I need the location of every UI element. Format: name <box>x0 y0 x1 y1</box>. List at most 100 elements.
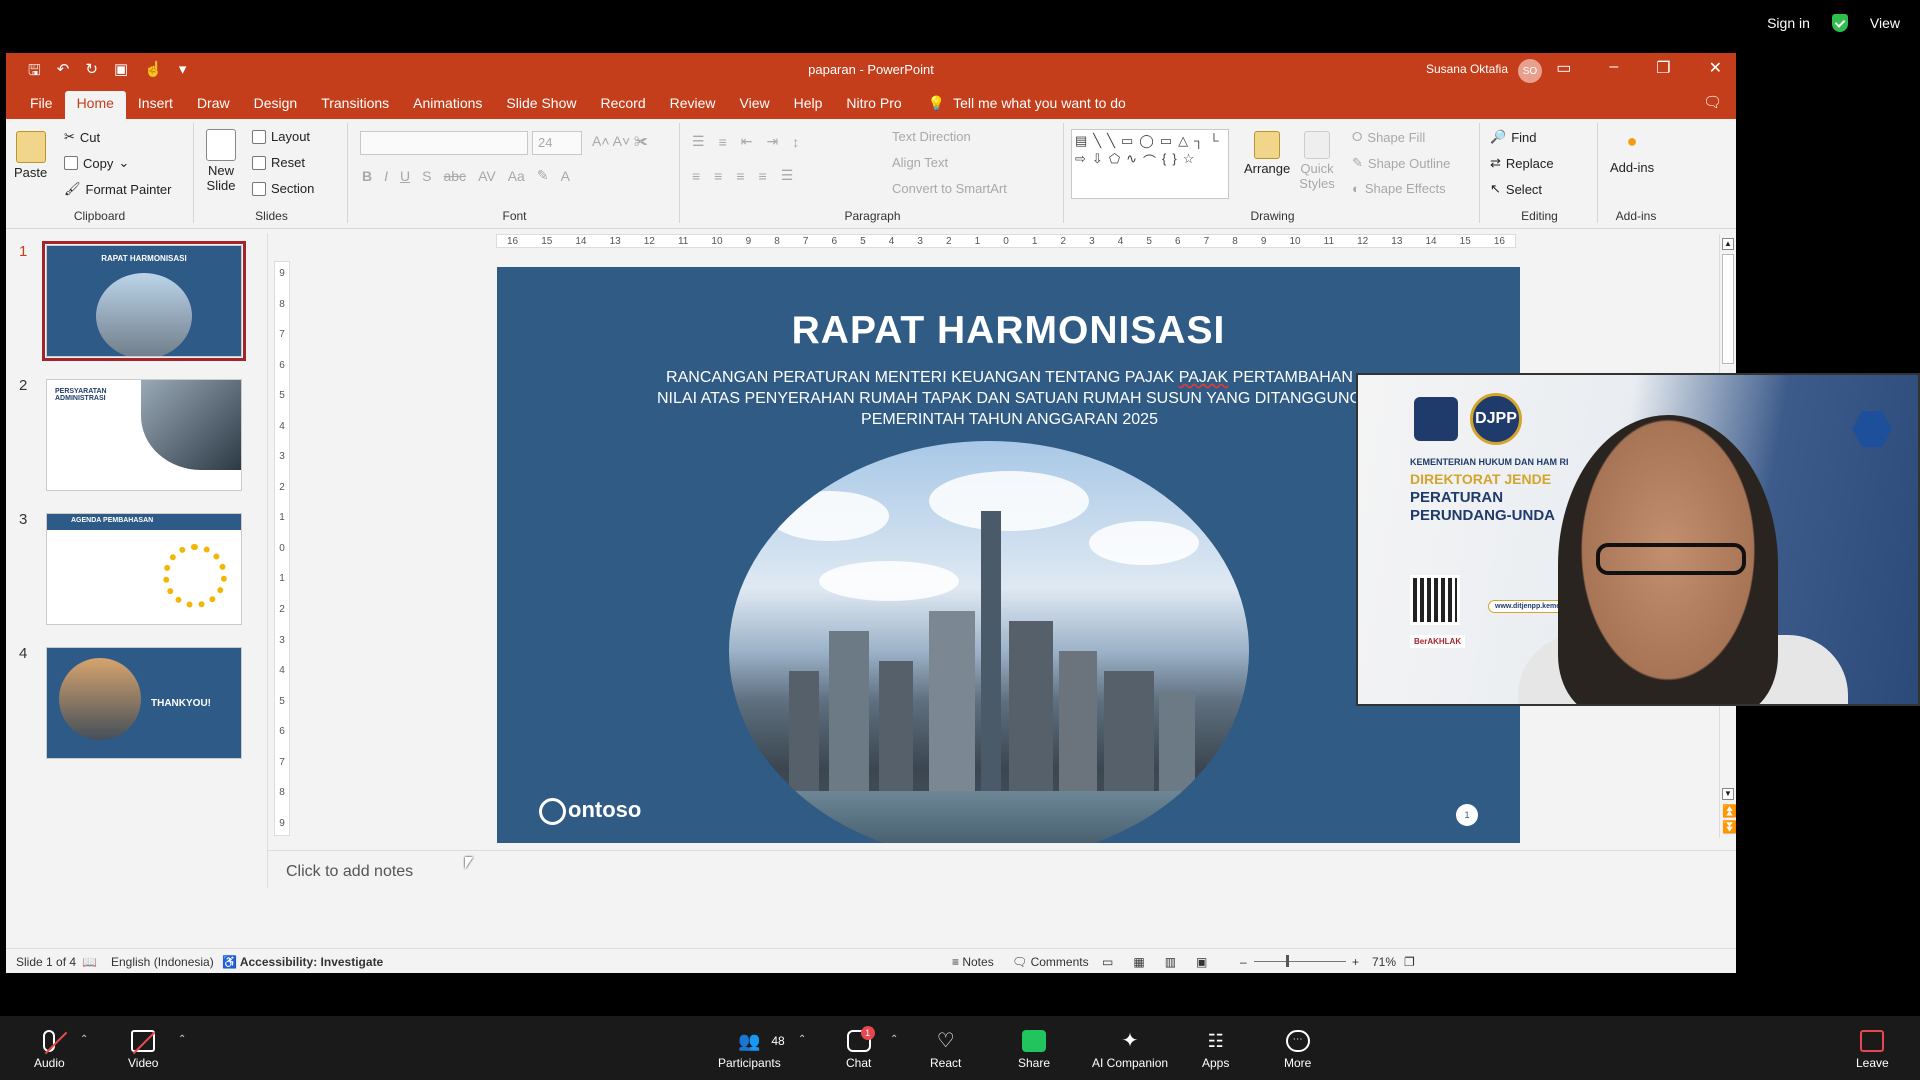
slide-thumbnail-1[interactable]: RAPAT HARMONISASI <box>42 241 246 361</box>
more-button[interactable]: ⋯ More <box>1284 1030 1311 1070</box>
thumb-title: THANKYOU! <box>151 698 211 709</box>
replace-button[interactable]: ⇄ Replace <box>1490 155 1554 171</box>
ruler-tick-label: 10 <box>1289 235 1301 247</box>
tab-file[interactable]: File <box>18 91 65 119</box>
layout-button[interactable]: Layout <box>252 129 310 144</box>
participants-button[interactable]: 👥 48 Participants <box>718 1030 785 1070</box>
slide-thumbnail-4[interactable]: THANKYOU! <box>46 647 242 759</box>
view-button[interactable]: View <box>1870 15 1900 31</box>
align-buttons[interactable]: ≡ ≡ ≡ ≡ ☰ <box>692 167 793 184</box>
zoom-level[interactable]: 71% <box>1372 955 1396 969</box>
security-shield-icon[interactable] <box>1831 14 1848 32</box>
minimize-icon[interactable]: – <box>1609 58 1618 78</box>
tab-nitro-pro[interactable]: Nitro Pro <box>834 91 913 119</box>
sign-in-link[interactable]: Sign in <box>1767 15 1810 31</box>
reset-button[interactable]: Reset <box>252 155 305 170</box>
scroll-down-icon[interactable]: ▼ <box>1722 788 1734 800</box>
tab-home[interactable]: Home <box>64 91 126 119</box>
tell-me-search[interactable]: 💡 Tell me what you want to do <box>928 91 1126 119</box>
tab-transitions[interactable]: Transitions <box>309 91 401 119</box>
slide-subtitle[interactable]: RANCANGAN PERATURAN MENTERI KEUANGAN TEN… <box>647 367 1372 430</box>
addins-button[interactable]: ● Add-ins <box>1610 131 1654 175</box>
slide-sorter-icon[interactable]: ▦ <box>1133 955 1144 969</box>
view-buttons[interactable]: ▭ ▦ ▥ ▣ <box>1102 955 1207 969</box>
audio-button[interactable]: Audio <box>34 1030 65 1070</box>
shape-fill-button[interactable]: ⭘ Shape Fill <box>1352 129 1425 145</box>
arrange-button[interactable]: Arrange <box>1244 131 1290 176</box>
section-button[interactable]: Section <box>252 181 314 196</box>
zoom-out-icon[interactable]: – <box>1240 955 1247 969</box>
zoom-slider[interactable] <box>1254 961 1346 962</box>
tab-slide-show[interactable]: Slide Show <box>494 91 588 119</box>
slide-thumbnail-2[interactable]: PERSYARATAN ADMINISTRASI <box>46 379 242 491</box>
scroll-thumb[interactable] <box>1722 254 1734 364</box>
participant-video-tile[interactable]: DJPP KEMENTERIAN HUKUM DAN HAM RI DIREKT… <box>1356 373 1920 706</box>
ai-companion-button[interactable]: ✦ AI Companion <box>1092 1030 1168 1070</box>
restore-icon[interactable]: ❐ <box>1656 58 1670 78</box>
normal-view-icon[interactable]: ▭ <box>1102 955 1113 969</box>
participants-options-caret[interactable]: ⌃ <box>798 1034 806 1045</box>
video-button[interactable]: Video <box>128 1030 158 1070</box>
tab-draw[interactable]: Draw <box>185 91 242 119</box>
tab-record[interactable]: Record <box>588 91 657 119</box>
previous-slide-icon[interactable]: ⏫ <box>1722 805 1736 818</box>
zoom-slider-thumb[interactable] <box>1286 955 1289 967</box>
zoom-in-icon[interactable]: + <box>1352 955 1359 969</box>
close-icon[interactable]: ✕ <box>1709 58 1722 78</box>
city-skyline-image[interactable] <box>729 441 1249 843</box>
comments-toggle[interactable]: 🗨 Comments <box>1012 955 1089 969</box>
slide-thumbnail-3[interactable]: AGENDA PEMBAHASAN <box>46 513 242 625</box>
ribbon-display-icon[interactable]: ▭ <box>1556 58 1571 78</box>
tab-animations[interactable]: Animations <box>401 91 494 119</box>
slideshow-view-icon[interactable]: ▣ <box>1196 955 1207 969</box>
copy-button[interactable]: Copy ⌄ <box>64 155 129 171</box>
paste-button[interactable]: Paste <box>14 131 47 180</box>
react-button[interactable]: ♡ React <box>930 1030 961 1070</box>
paragraph-group: ☰ ≡ ⇤ ⇥ ↕ ≡ ≡ ≡ ≡ ☰ Text Direction Align Text Co… <box>682 123 1064 223</box>
tab-view[interactable]: View <box>728 91 782 119</box>
text-direction-button[interactable]: Text Direction <box>892 129 971 144</box>
tab-help[interactable]: Help <box>782 91 835 119</box>
video-options-caret[interactable]: ⌃ <box>178 1034 186 1045</box>
accessibility-status[interactable]: ♿ Accessibility: Investigate <box>222 955 383 969</box>
find-button[interactable]: 🔎 Find <box>1490 129 1536 145</box>
next-slide-icon[interactable]: ⏬ <box>1722 821 1736 834</box>
font-format-buttons[interactable]: B I U Sabc AV Aa ✎ A <box>362 167 570 184</box>
tab-review[interactable]: Review <box>658 91 728 119</box>
scroll-up-icon[interactable]: ▲ <box>1722 238 1734 250</box>
select-button[interactable]: ↖ Select <box>1490 181 1542 197</box>
avatar[interactable]: SO <box>1518 59 1542 83</box>
shape-outline-button[interactable]: ✎ Shape Outline <box>1352 155 1450 171</box>
chat-button[interactable]: 1 Chat <box>846 1026 875 1070</box>
language-status[interactable]: English (Indonesia) <box>111 955 214 969</box>
user-name[interactable]: Susana Oktafia <box>1426 62 1508 76</box>
spellcheck-icon[interactable]: 📖 <box>82 955 97 969</box>
cut-button[interactable]: ✂ Cut <box>64 129 100 145</box>
notes-pane[interactable]: Click to add notes <box>268 850 1736 945</box>
reading-view-icon[interactable]: ▥ <box>1165 955 1176 969</box>
new-slide-button[interactable]: New Slide <box>202 129 240 193</box>
chat-options-caret[interactable]: ⌃ <box>890 1034 898 1045</box>
shapes-gallery[interactable]: ▤ ╲ ╲ ▭ ◯ ▭ △ ┐ └ ⇨ ⇩ ⬠ ∿ ⌒{} ☆ <box>1071 129 1229 199</box>
font-size-adjust[interactable]: A˄ A˅ ✀ <box>592 133 648 150</box>
notes-toggle[interactable]: ≡ Notes <box>952 955 994 969</box>
apps-button[interactable]: ☷ Apps <box>1202 1030 1229 1070</box>
tab-design[interactable]: Design <box>242 91 310 119</box>
font-name-box[interactable] <box>360 131 528 155</box>
quick-styles-button[interactable]: Quick Styles <box>1296 131 1338 191</box>
notes-placeholder[interactable]: Click to add notes <box>286 863 413 881</box>
fit-to-window-icon[interactable]: ❐ <box>1404 955 1415 969</box>
comments-icon[interactable]: 🗨 <box>1703 93 1722 111</box>
list-buttons[interactable]: ☰ ≡ ⇤ ⇥ ↕ <box>692 133 799 150</box>
format-painter-button[interactable]: 🖌 Format Painter <box>64 181 172 197</box>
glasses <box>1596 543 1746 575</box>
tab-insert[interactable]: Insert <box>126 91 185 119</box>
align-text-button[interactable]: Align Text <box>892 155 948 170</box>
share-button[interactable]: Share <box>1018 1030 1050 1070</box>
leave-button[interactable]: Leave <box>1856 1030 1889 1070</box>
slide-title[interactable]: RAPAT HARMONISASI <box>497 309 1520 353</box>
shape-effects-button[interactable]: ◐ Shape Effects <box>1352 181 1446 196</box>
font-size-box[interactable]: 24 <box>532 131 582 155</box>
convert-smartart-button[interactable]: Convert to SmartArt <box>892 181 1007 196</box>
audio-options-caret[interactable]: ⌃ <box>80 1034 88 1045</box>
